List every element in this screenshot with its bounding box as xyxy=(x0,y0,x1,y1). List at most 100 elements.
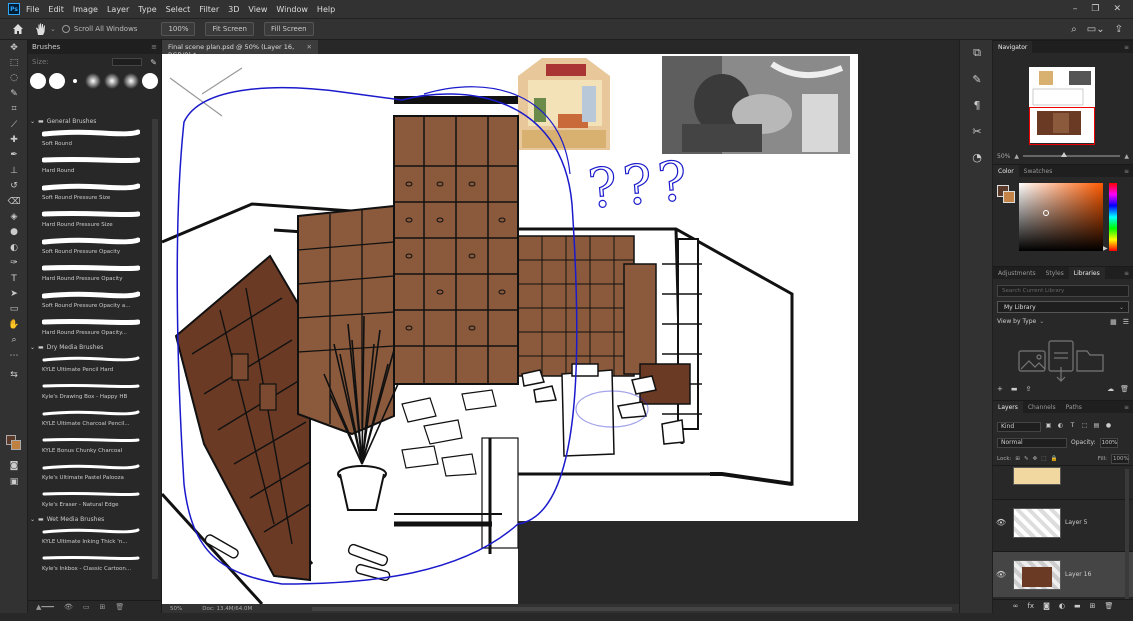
panel-menu-icon[interactable]: ≡ xyxy=(1119,168,1133,175)
tools-panel-icon[interactable]: ✂ xyxy=(960,118,994,144)
folder-icon[interactable]: ▬ xyxy=(1011,385,1018,393)
healing-tool-icon[interactable]: ✚ xyxy=(0,132,28,147)
view-by-select[interactable]: View by Type xyxy=(997,318,1036,326)
zoom-in-icon[interactable]: ▲ xyxy=(1124,153,1129,160)
history-panel-icon[interactable]: ⧉ xyxy=(960,40,994,66)
properties-panel-icon[interactable]: ◔ xyxy=(960,144,994,170)
share-icon[interactable]: ⇪ xyxy=(1115,24,1123,35)
brush-item[interactable]: Kyle's Drawing Box - Happy HB xyxy=(28,379,152,406)
add-mask-icon[interactable]: ◙ xyxy=(1043,602,1050,610)
scroll-all-checkbox[interactable] xyxy=(61,25,70,33)
brush-item[interactable]: Hard Round Pressure Opacity... xyxy=(28,315,152,342)
screen-mode-icon[interactable]: ▣ xyxy=(0,474,28,489)
navigator-view-box[interactable] xyxy=(1029,107,1095,145)
filter-shape-icon[interactable]: ⬚ xyxy=(1080,422,1089,431)
chevron-down-icon[interactable]: ⌄ xyxy=(50,25,56,33)
menu-view[interactable]: View xyxy=(248,5,267,14)
fit-screen-button[interactable]: Fit Screen xyxy=(205,22,254,36)
path-select-tool-icon[interactable]: ➤ xyxy=(0,286,28,301)
brush-item[interactable]: Kyle's Ultimate Pastel Palooza xyxy=(28,460,152,487)
layer-row[interactable]: 👁 Layer 5 xyxy=(993,499,1133,545)
layer-kind-filter[interactable]: Kind xyxy=(997,421,1041,432)
navigator-zoom-slider[interactable] xyxy=(1022,152,1121,157)
rectangle-tool-icon[interactable]: ▭ xyxy=(0,302,28,317)
zoom-out-icon[interactable]: ▲ xyxy=(1014,153,1019,160)
menu-edit[interactable]: Edit xyxy=(48,5,64,14)
brush-item[interactable]: KYLE Ultimate Inking Thick 'n... xyxy=(28,524,152,551)
brush-item[interactable]: Hard Round xyxy=(28,153,152,180)
brush-item[interactable]: Soft Round Pressure Opacity xyxy=(28,234,152,261)
lock-position-icon[interactable]: ✥ xyxy=(1033,456,1038,462)
home-icon[interactable] xyxy=(12,23,24,35)
menu-file[interactable]: File xyxy=(26,5,39,14)
swap-colors-icon[interactable]: ⇆ xyxy=(0,367,28,382)
brush-item[interactable]: Soft Round Pressure Size xyxy=(28,180,152,207)
preset-hard-medium[interactable] xyxy=(49,73,65,89)
brushes-tab[interactable]: Brushes ≡ xyxy=(28,40,161,54)
link-layers-icon[interactable]: ∞ xyxy=(1013,602,1019,610)
panel-menu-icon[interactable]: ≡ xyxy=(1119,44,1133,51)
panel-menu-icon[interactable]: ≡ xyxy=(151,43,157,51)
navigator-zoom-value[interactable]: 50% xyxy=(997,153,1010,160)
upload-icon[interactable]: ⇪ xyxy=(1026,385,1032,393)
status-zoom[interactable]: 50% xyxy=(170,606,182,612)
brush-list-scrollbar[interactable] xyxy=(152,119,158,579)
new-group-icon[interactable]: ▬ xyxy=(1074,602,1081,610)
quick-select-tool-icon[interactable]: ✎ xyxy=(0,86,28,101)
filter-toggle-icon[interactable]: ● xyxy=(1104,422,1113,431)
filter-adjustment-icon[interactable]: ◐ xyxy=(1056,422,1065,431)
paint-bucket-tool-icon[interactable]: ◈ xyxy=(0,209,28,224)
quick-mask-icon[interactable]: ◙ xyxy=(0,458,28,473)
opacity-input[interactable]: 100% xyxy=(1099,437,1118,448)
type-tool-icon[interactable]: T xyxy=(0,271,28,286)
crop-tool-icon[interactable]: ⌗ xyxy=(0,102,28,117)
hand-tool-icon[interactable] xyxy=(34,22,48,36)
tab-adjustments[interactable]: Adjustments xyxy=(993,270,1041,277)
horizontal-scrollbar[interactable] xyxy=(312,607,952,611)
tab-paths[interactable]: Paths xyxy=(1061,404,1087,411)
workspace-icon[interactable]: ▭⌄ xyxy=(1087,24,1105,35)
history-brush-tool-icon[interactable]: ↺ xyxy=(0,179,28,194)
brush-item[interactable]: Kyle's Inkbox - Classic Cartoon... xyxy=(28,551,152,578)
hand-tool-selected-icon[interactable]: ✋ xyxy=(0,317,28,332)
marquee-tool-icon[interactable]: ⬚ xyxy=(0,55,28,70)
chevron-down-icon[interactable]: ⌄ xyxy=(30,516,35,523)
brush-settings-icon[interactable]: ✎ xyxy=(150,58,157,67)
lock-all-icon[interactable]: 🔒 xyxy=(1050,456,1057,462)
toggle-preview-icon[interactable]: 👁 xyxy=(64,603,73,611)
adjustment-layer-icon[interactable]: ◐ xyxy=(1059,602,1065,610)
brush-item[interactable]: Soft Round Pressure Opacity a... xyxy=(28,288,152,315)
zoom-tool-icon[interactable]: ⌕ xyxy=(0,332,28,347)
preset-hard-large[interactable] xyxy=(30,73,46,89)
chevron-down-icon[interactable]: ⌄ xyxy=(30,118,35,125)
color-field[interactable] xyxy=(1019,183,1103,251)
brush-item[interactable]: Soft Round xyxy=(28,126,152,153)
lock-paint-icon[interactable]: ✎ xyxy=(1024,456,1029,462)
color-picker-circle[interactable] xyxy=(1043,210,1049,216)
brush-group-0[interactable]: ⌄ ▬ General Brushes xyxy=(28,116,152,126)
layer-row[interactable] xyxy=(993,465,1133,487)
size-input[interactable] xyxy=(112,58,143,66)
sync-icon[interactable]: ☁ xyxy=(1107,385,1114,393)
minimize-button[interactable]: – xyxy=(1073,4,1078,14)
close-tab-icon[interactable]: ✕ xyxy=(307,43,312,51)
brush-settings-panel-icon[interactable]: ✎ xyxy=(960,66,994,92)
filter-pixel-icon[interactable]: ▣ xyxy=(1044,422,1053,431)
library-search-input[interactable]: Search Current Library xyxy=(997,285,1129,297)
new-group-icon[interactable]: ▭ xyxy=(83,603,90,611)
brush-item[interactable]: Hard Round Pressure Size xyxy=(28,207,152,234)
status-doc-size[interactable]: Doc: 13.4M/64.0M xyxy=(202,606,252,612)
menu-help[interactable]: Help xyxy=(317,5,335,14)
brush-item[interactable]: Hard Round Pressure Opacity xyxy=(28,261,152,288)
menu-image[interactable]: Image xyxy=(73,5,98,14)
menu-layer[interactable]: Layer xyxy=(107,5,129,14)
blend-mode-select[interactable]: Normal xyxy=(997,437,1067,448)
dodge-tool-icon[interactable]: ◐ xyxy=(0,240,28,255)
blur-tool-icon[interactable]: ● xyxy=(0,225,28,240)
new-layer-icon[interactable]: ⊞ xyxy=(1090,602,1096,610)
visibility-eye-icon[interactable]: 👁 xyxy=(993,518,1009,527)
more-tools-icon[interactable]: ⋯ xyxy=(0,348,28,363)
tab-swatches[interactable]: Swatches xyxy=(1019,168,1058,175)
zoom-slider-knob[interactable] xyxy=(1060,152,1067,157)
fill-screen-button[interactable]: Fill Screen xyxy=(263,22,314,36)
